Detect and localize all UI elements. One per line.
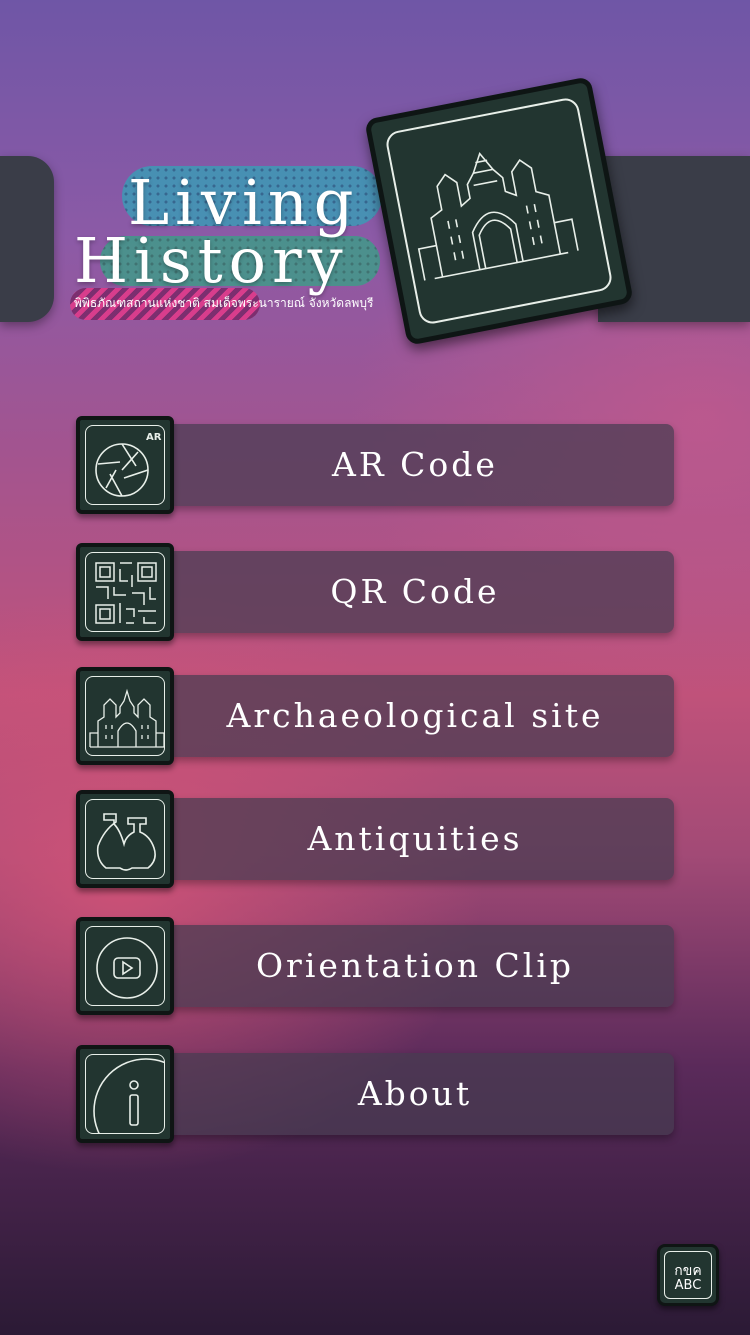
language-switch-icon: กขค ABC <box>664 1251 712 1299</box>
play-icon <box>96 937 158 999</box>
logo-line2: History <box>74 224 349 297</box>
language-switch-button[interactable]: กขค ABC <box>657 1244 719 1306</box>
menu-label: Archaeological site <box>226 696 604 735</box>
palace-gate-icon <box>417 152 579 281</box>
menu-item-about[interactable]: About <box>76 1045 676 1143</box>
menu-label: AR Code <box>332 445 498 484</box>
menu-item-orientation-clip[interactable]: Orientation Clip <box>76 917 676 1015</box>
info-icon <box>93 1058 164 1133</box>
qr-code-icon <box>95 562 157 624</box>
menu-label: QR Code <box>330 572 500 611</box>
ar-badge: AR <box>146 432 162 443</box>
palace-gate-icon <box>89 688 164 748</box>
menu-label: Antiquities <box>307 819 523 858</box>
ar-camera-icon: AR <box>95 432 162 497</box>
menu-item-archaeological-site[interactable]: Archaeological site <box>76 667 676 765</box>
living-history-logo: Living History พิพิธภัณฑสถานแห่งชาติ สมเ… <box>70 160 390 320</box>
pottery-icon <box>96 813 156 871</box>
menu-item-antiquities[interactable]: Antiquities <box>76 790 676 888</box>
menu-label: About <box>357 1074 473 1113</box>
header-band-left <box>0 156 54 322</box>
logo-subtitle: พิพิธภัณฑสถานแห่งชาติ สมเด็จพระนารายณ์ จ… <box>74 296 374 310</box>
menu-item-ar-code[interactable]: AR Code AR <box>76 416 676 514</box>
menu-label: Orientation Clip <box>255 946 574 985</box>
menu-item-qr-code[interactable]: QR Code <box>76 543 676 641</box>
palace-gate-emblem <box>364 76 634 346</box>
